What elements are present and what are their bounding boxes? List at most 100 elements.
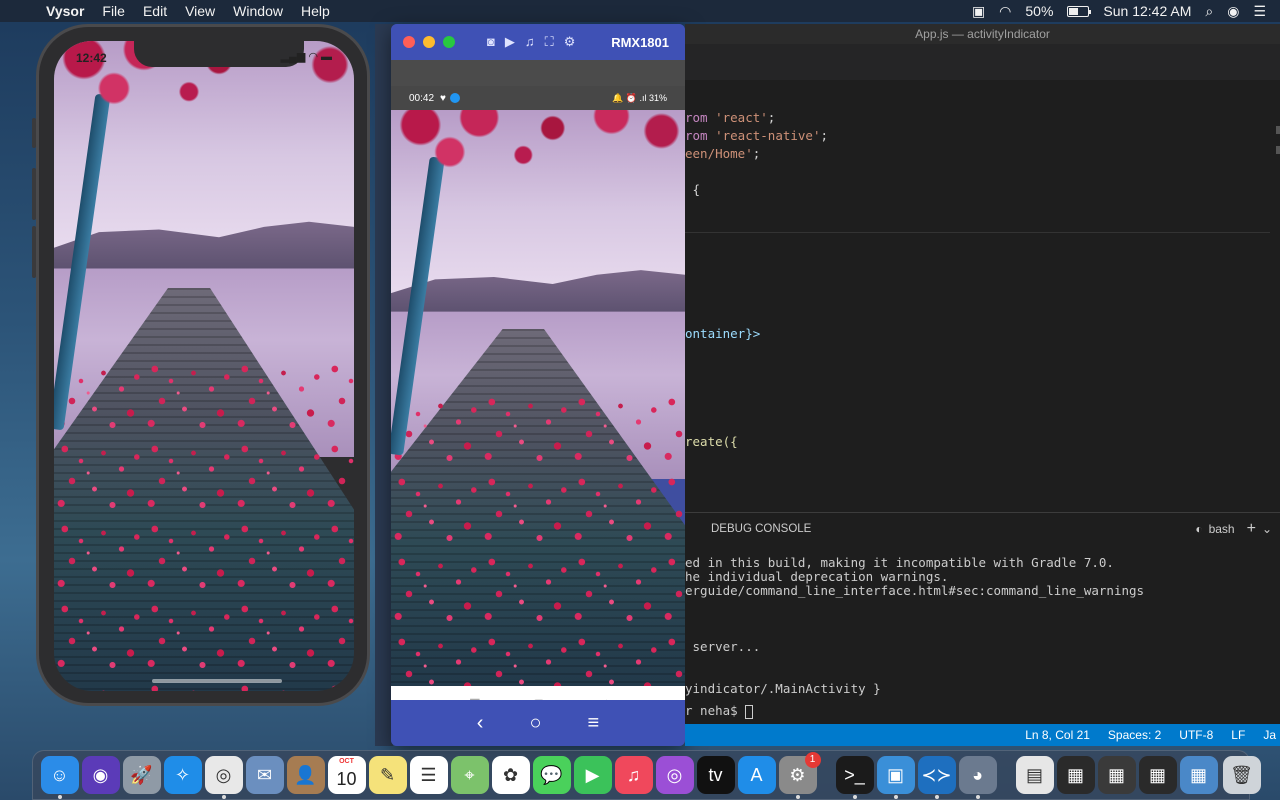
battery-icon[interactable] — [1067, 5, 1092, 17]
menu-edit[interactable]: Edit — [134, 3, 176, 19]
notification-center-icon[interactable]: ☰ — [1253, 3, 1266, 20]
wifi-icon[interactable]: ◠ — [999, 3, 1011, 20]
headphones-icon[interactable]: ♫ — [525, 34, 535, 50]
dock-calendar-icon[interactable]: OCT 10 — [327, 756, 366, 794]
fullscreen-icon[interactable]: ⛶ — [545, 34, 554, 50]
trash-icon[interactable]: 🗑 — [1222, 756, 1261, 794]
dock-mail-icon[interactable]: ✉ — [245, 756, 284, 794]
vysor-back-button[interactable]: ‹ — [477, 712, 484, 735]
vysor-window[interactable]: ◙ ▶ ♫ ⛶ ⚙ RMX1801 00:42 ♥ 🔔 ⏰ .ıl 31% ☰ … — [391, 24, 685, 746]
cursor-position[interactable]: Ln 8, Col 21 — [1025, 728, 1090, 742]
code-editor[interactable]: rom 'react'; rom 'react-native'; een/Hom… — [685, 80, 1280, 512]
vysor-title-bar[interactable]: ◙ ▶ ♫ ⛶ ⚙ RMX1801 — [391, 24, 685, 60]
contacts-glyph: 👤 — [294, 764, 317, 785]
file-encoding[interactable]: UTF-8 — [1179, 728, 1213, 742]
terminal-line: erguide/command_line_interface.html#sec:… — [685, 583, 1145, 598]
code-line[interactable]: reate({ — [685, 434, 738, 449]
android-app-screen[interactable] — [391, 110, 685, 686]
recent-window-1-glyph: ▦ — [1066, 764, 1084, 785]
settings-gear-icon[interactable]: ⚙ — [564, 34, 576, 50]
dock-system-preferences-icon[interactable]: ⚙ 1 — [778, 752, 821, 799]
camera-icon[interactable]: ◙ — [487, 34, 495, 50]
dock-visual-studio-code-icon[interactable]: ≺≻ — [917, 756, 956, 799]
dock-siri-icon[interactable]: ◉ — [81, 756, 120, 794]
visual-studio-code-glyph: ≺≻ — [921, 764, 952, 785]
running-indicator — [852, 795, 857, 799]
editor-tab-bar[interactable] — [685, 44, 1280, 80]
maximize-window-button[interactable] — [443, 36, 455, 48]
heart-icon: ♥ — [440, 92, 446, 104]
dock-maps-icon[interactable]: ⌖ — [450, 756, 489, 794]
menu-window[interactable]: Window — [224, 3, 292, 19]
dock-facetime-icon[interactable]: ▶ — [573, 756, 612, 794]
mail-glyph: ✉ — [256, 764, 273, 785]
dock-terminal-icon[interactable]: >_ — [835, 756, 874, 799]
vscode-window[interactable]: App.js — activityIndicator rom 'react'; … — [685, 24, 1280, 746]
menu-file[interactable]: File — [93, 3, 134, 19]
chevron-down-icon[interactable]: ⌄ — [1262, 522, 1272, 536]
code-line[interactable]: rom 'react'; — [685, 110, 775, 125]
recent-window-2-glyph: ▦ — [1107, 764, 1125, 785]
dock-chrome-icon[interactable]: ◎ — [204, 756, 243, 799]
code-line[interactable]: een/Home'; — [685, 146, 760, 161]
code-line[interactable]: rom 'react-native'; — [685, 128, 828, 143]
dock-launchpad-icon[interactable]: 🚀 — [122, 756, 161, 794]
dock-contacts-icon[interactable]: 👤 — [286, 756, 325, 794]
vysor-menu-button[interactable]: ≡ — [588, 712, 600, 735]
dock-simulator-icon[interactable]: ▣ — [876, 756, 915, 799]
landscape-image — [54, 41, 354, 691]
dock-reminders-icon[interactable]: ☰ — [409, 756, 448, 794]
reminders-glyph: ☰ — [420, 764, 437, 785]
siri-glyph: ◉ — [92, 764, 109, 785]
video-record-icon[interactable]: ▶ — [505, 34, 515, 50]
trash-glyph: 🗑 — [1230, 764, 1253, 785]
menu-clock[interactable]: Sun 12:42 AM — [1103, 3, 1191, 19]
dock-notes-icon[interactable]: ✎ — [368, 756, 407, 794]
language-mode[interactable]: Ja — [1263, 728, 1276, 742]
dock-tv-icon[interactable]: tv — [696, 756, 735, 794]
ios-screen[interactable]: 12:42 ▂▄▆ ◠ ▬ — [54, 41, 354, 691]
tab-debug-console[interactable]: DEBUG CONSOLE — [711, 523, 811, 535]
dock-apps-section: ☺ ◉ 🚀 ✧ ◎ ✉ 👤 OCT 10 ✎ ☰ ⌖ ✿ 💬 ▶ ♫ ◎ tv A ⚙ 1 — [39, 752, 821, 799]
system-preferences-glyph: ⚙ — [789, 764, 806, 785]
line-ending[interactable]: LF — [1231, 728, 1245, 742]
dock-music-icon[interactable]: ♫ — [614, 756, 653, 794]
dock-podcasts-icon[interactable]: ◎ — [655, 756, 694, 794]
terminal-prompt[interactable]: r neha$ — [685, 703, 754, 719]
battery-percent[interactable]: 50% — [1025, 3, 1053, 19]
dock: ☺ ◉ 🚀 ✧ ◎ ✉ 👤 OCT 10 ✎ ☰ ⌖ ✿ 💬 ▶ ♫ ◎ tv A ⚙ 1 >_ ▣ ≺≻ ◕ ▤ ▦ ▦ ▦ ▦ 🗑 — [32, 750, 1261, 800]
music-glyph: ♫ — [626, 764, 641, 785]
menu-app-name[interactable]: Vysor — [42, 3, 93, 19]
terminal-shell-selector[interactable]: bash — [1209, 522, 1235, 536]
close-window-button[interactable] — [403, 36, 415, 48]
dock-finder-icon[interactable]: ☺ — [40, 756, 79, 799]
notes-glyph: ✎ — [379, 764, 396, 785]
siri-icon[interactable]: ◉ — [1227, 3, 1239, 20]
dock-vysor-icon[interactable]: ◕ — [958, 756, 997, 799]
dock-recent-window-1-icon[interactable]: ▦ — [1056, 756, 1095, 794]
terminal-cursor — [745, 704, 754, 719]
dock-safari-icon[interactable]: ✧ — [163, 756, 202, 794]
new-terminal-icon[interactable]: + — [1247, 520, 1256, 538]
spotlight-search-icon[interactable]: ⌕ — [1205, 3, 1213, 20]
terminal-panel[interactable]: DEBUG CONSOLE ◐ bash + ⌄ ed in this buil… — [685, 512, 1280, 722]
dock-app-store-icon[interactable]: A — [737, 756, 776, 794]
dock-messages-icon[interactable]: 💬 — [532, 756, 571, 794]
vysor-home-button[interactable]: ○ — [529, 712, 541, 735]
android-status-time: 00:42 — [409, 92, 435, 104]
dock-photos-icon[interactable]: ✿ — [491, 756, 530, 794]
minimize-window-button[interactable] — [423, 36, 435, 48]
code-line[interactable]: ontainer}> — [685, 326, 760, 341]
ios-simulator-device[interactable]: 12:42 ▂▄▆ ◠ ▬ — [36, 24, 370, 706]
code-line[interactable]: { — [685, 182, 701, 197]
menu-view[interactable]: View — [176, 3, 224, 19]
indentation-setting[interactable]: Spaces: 2 — [1108, 728, 1161, 742]
screen-record-icon[interactable]: ▣ — [972, 3, 985, 20]
home-indicator[interactable] — [152, 679, 282, 683]
menu-help[interactable]: Help — [292, 3, 339, 19]
dock-recent-window-4-icon[interactable]: ▦ — [1179, 756, 1218, 794]
dock-recent-window-2-icon[interactable]: ▦ — [1097, 756, 1136, 794]
dock-recent-doc-icon[interactable]: ▤ — [1015, 756, 1054, 794]
dock-recent-window-3-icon[interactable]: ▦ — [1138, 756, 1177, 794]
finder-glyph: ☺ — [50, 764, 69, 785]
